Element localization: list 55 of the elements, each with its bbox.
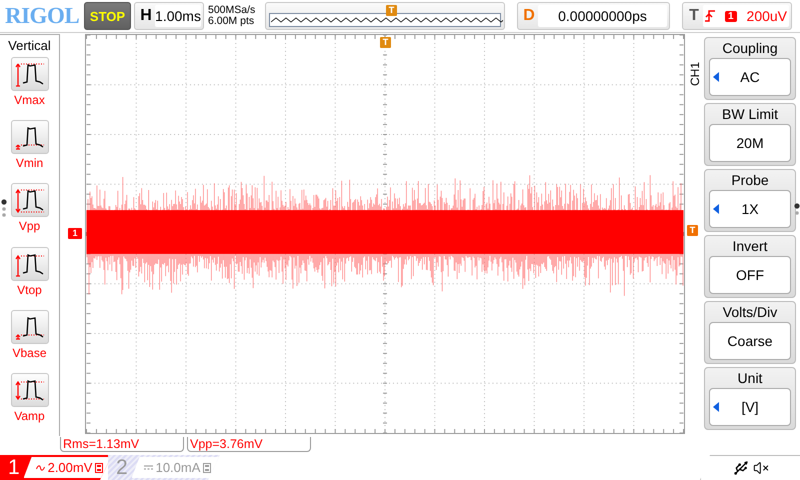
bandwidth-limit-icon (95, 462, 104, 472)
measurement-label: Vtop (17, 282, 42, 297)
softkey-title: Coupling (722, 39, 778, 58)
memory-depth-text: 6.00M pts (208, 16, 256, 27)
softkey-title: Probe (731, 171, 769, 190)
page-indicator-icon (794, 203, 800, 217)
bandwidth-limit-icon (203, 462, 212, 472)
measurement-button[interactable] (10, 183, 48, 218)
left-arrow-icon (713, 72, 719, 82)
measurement-label: Vamp (14, 408, 45, 423)
softkey-value[interactable]: 1X (709, 190, 791, 228)
channel-menu-title: CH1 (688, 62, 702, 86)
channel-scale-text: 2.00mV (48, 460, 92, 475)
page-indicator-icon (1, 199, 7, 217)
dc-coupling-icon (144, 465, 153, 470)
ac-coupling-icon (36, 464, 45, 470)
measurement-button[interactable] (10, 57, 48, 91)
softkey-value[interactable]: Coarse (709, 322, 791, 360)
softkey-title: Volts/Div (722, 303, 778, 322)
measurement-result: Rms=1.13mV (60, 437, 184, 452)
timebase-display: H 1.00ms (134, 2, 204, 30)
channel-marker: 1 (68, 228, 82, 239)
softkey-value[interactable]: OFF (709, 256, 791, 294)
trigger-display: T 1 200uV (682, 2, 792, 30)
measurement-label: Vbase (12, 346, 47, 360)
softkey-value[interactable]: [V] (709, 388, 791, 426)
brand-logo: RIGOL (5, 3, 80, 29)
usb-icon (732, 460, 748, 476)
trigger-position-marker: T (386, 5, 397, 16)
left-arrow-icon (713, 402, 719, 412)
sample-rate-text: 500MSa/s (208, 5, 256, 16)
softkey-title: Unit (738, 369, 762, 388)
softkey-value[interactable]: 20M (709, 124, 791, 162)
trigger-position-marker: T (380, 37, 391, 48)
delay-display: D 0.00000000ps (517, 2, 670, 30)
measurement-label: Vpp (18, 219, 40, 234)
rising-edge-icon (704, 10, 715, 22)
measurement-label: Vmin (16, 156, 44, 170)
measurement-button[interactable] (10, 246, 48, 281)
measurement-button[interactable] (10, 310, 48, 344)
menu-title: Vertical (8, 38, 51, 53)
trigger-source-badge: 1 (724, 10, 737, 22)
measurement-button[interactable] (10, 120, 48, 154)
left-arrow-icon (713, 204, 719, 214)
measurement-result: Vpp=3.76mV (187, 437, 311, 452)
trigger-level-marker: T (687, 225, 698, 236)
softkey-value[interactable]: AC (709, 58, 791, 96)
speaker-mute-icon (752, 460, 768, 476)
run-status-indicator[interactable]: STOP (84, 2, 131, 30)
softkey-title: BW Limit (722, 105, 778, 124)
channel-scale-text: 10.0mA (156, 460, 200, 475)
measurement-button[interactable] (10, 372, 48, 407)
softkey-title: Invert (732, 237, 768, 256)
measurement-label: Vmax (14, 93, 45, 107)
trigger-level-text: 200uV (746, 8, 788, 24)
